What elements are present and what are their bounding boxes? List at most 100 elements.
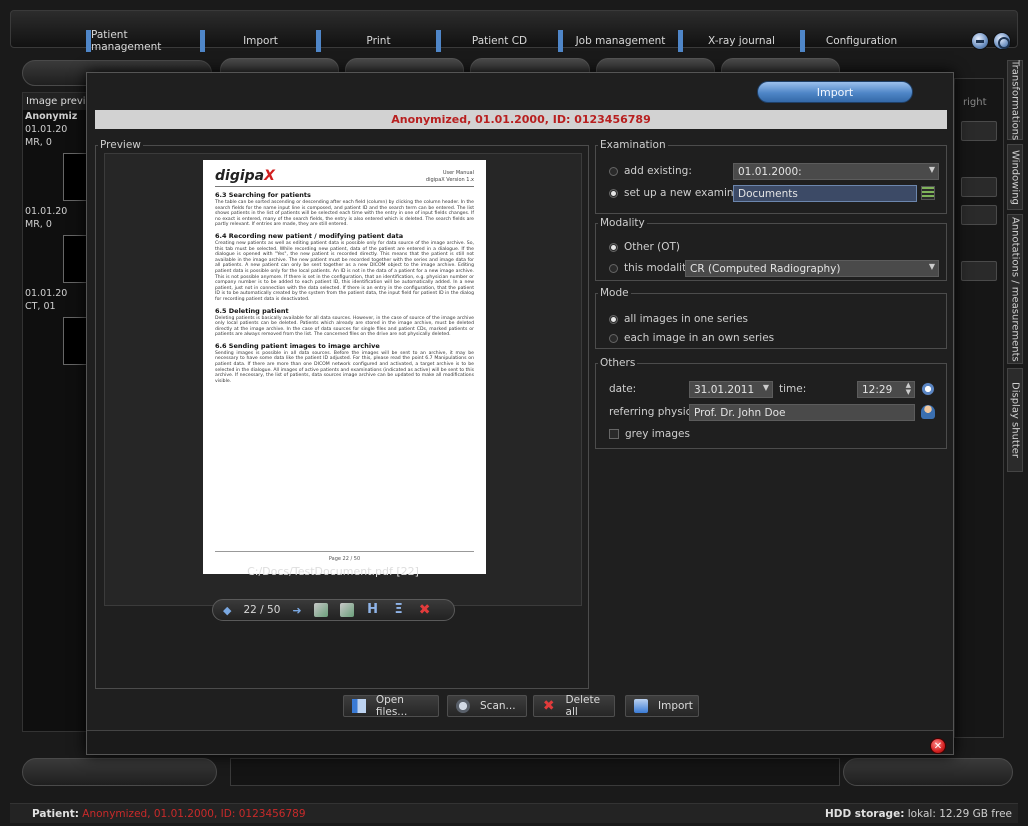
- section-text: Sending images is possible in all data s…: [215, 350, 474, 384]
- bottom-toolbar-right: [843, 758, 1013, 786]
- tool-option-button[interactable]: [961, 261, 997, 281]
- modality-value: CR (Computed Radiography): [690, 262, 841, 275]
- time-label: time:: [779, 383, 807, 395]
- new-examination-input[interactable]: Documents: [733, 185, 917, 202]
- status-storage-value: lokal: 12.29 GB free: [907, 807, 1012, 820]
- physician-lookup-icon[interactable]: [921, 405, 935, 419]
- tree-study[interactable]: 01.01.20: [23, 287, 91, 300]
- tree-series[interactable]: MR, 0: [23, 218, 91, 231]
- tab-display-shutter[interactable]: Display shutter: [1007, 368, 1023, 472]
- menu-job-management[interactable]: Job management: [558, 30, 678, 52]
- mode-legend: Mode: [600, 287, 629, 299]
- modality-other-label: Other (OT): [624, 241, 681, 253]
- scan-label: Scan...: [480, 700, 516, 712]
- mode-own-series-option[interactable]: each image in an own series: [609, 332, 774, 344]
- import-button[interactable]: Import: [625, 695, 699, 717]
- fit-height-icon[interactable]: Ξ: [392, 603, 406, 617]
- grey-images-option[interactable]: grey images: [609, 428, 690, 440]
- menu-x-ray-journal[interactable]: X-ray journal: [678, 30, 800, 52]
- modality-select[interactable]: CR (Computed Radiography) ▼: [685, 260, 939, 277]
- document-page: digipaX User Manual digipaX Version 1.x …: [203, 160, 486, 574]
- top-menu-bar: Patient management Import Print Patient …: [10, 10, 1018, 53]
- tab-windowing[interactable]: Windowing: [1007, 144, 1023, 210]
- tree-series[interactable]: MR, 0: [23, 136, 91, 149]
- import-dialog: Import Anonymized, 01.01.2000, ID: 01234…: [86, 72, 954, 755]
- status-patient-label: Patient:: [32, 807, 79, 820]
- import-icon: [634, 699, 648, 713]
- close-icon[interactable]: ✕: [930, 738, 946, 754]
- preview-area: digipaX User Manual digipaX Version 1.x …: [104, 153, 582, 606]
- tool-option-button[interactable]: [961, 121, 997, 141]
- modality-other-option[interactable]: Other (OT): [609, 241, 680, 253]
- chevron-down-icon: ▼: [762, 383, 769, 392]
- existing-examination-select[interactable]: 01.01.2000: ▼: [733, 163, 939, 180]
- scan-button[interactable]: Scan...: [447, 695, 527, 717]
- date-picker[interactable]: 31.01.2011 ▼: [689, 381, 773, 398]
- window-controls: [971, 32, 1011, 50]
- divider: [215, 186, 474, 187]
- delete-all-label: Delete all: [565, 694, 601, 718]
- modality-legend: Modality: [600, 217, 645, 229]
- status-storage-label: HDD storage:: [824, 807, 905, 820]
- mode-one-series-radio[interactable]: [609, 314, 618, 324]
- open-files-label: Open files...: [375, 694, 408, 718]
- time-value: 12:29: [862, 383, 893, 396]
- menu-import[interactable]: Import: [200, 30, 316, 52]
- fit-width-icon[interactable]: H: [366, 603, 380, 617]
- new-examination-radio[interactable]: [609, 188, 618, 198]
- file-path: C:/Docs/TestDocument.pdf [22]: [247, 565, 419, 578]
- mode-one-series-label: all images in one series: [624, 313, 749, 325]
- folder-icon: [352, 699, 366, 713]
- referring-physician-input[interactable]: Prof. Dr. John Doe: [689, 404, 915, 421]
- page-navigator: ◆ 22 / 50 ➜ H Ξ ✖: [212, 599, 455, 621]
- add-all-pages-icon[interactable]: [339, 603, 354, 617]
- tree-series[interactable]: CT, 01: [23, 300, 91, 313]
- import-tab[interactable]: Import: [757, 81, 913, 103]
- menu-patient-management[interactable]: Patient management: [86, 29, 200, 53]
- delete-all-button[interactable]: ✖ Delete all: [533, 694, 615, 718]
- status-bar: Patient: Anonymized, 01.01.2000, ID: 012…: [10, 803, 1018, 823]
- menu-print[interactable]: Print: [316, 30, 436, 52]
- open-files-button[interactable]: Open files...: [343, 694, 439, 718]
- tree-study[interactable]: 01.01.20: [23, 123, 91, 136]
- status-storage: HDD storage: lokal: 12.29 GB free: [825, 808, 1012, 820]
- minimize-icon[interactable]: [971, 32, 989, 50]
- page-indicator: 22 / 50: [243, 604, 281, 616]
- document-header: User Manual digipaX Version 1.x: [425, 170, 474, 183]
- clock-icon[interactable]: [921, 382, 935, 396]
- document-footer: Page 22 / 50: [215, 551, 474, 562]
- tab-annotations[interactable]: Annotations / measurements: [1007, 214, 1023, 364]
- next-page-icon[interactable]: ➜: [292, 604, 301, 617]
- this-modality-radio[interactable]: [609, 263, 618, 273]
- examination-list-icon[interactable]: [921, 186, 935, 200]
- tree-study[interactable]: 01.01.20: [23, 205, 91, 218]
- preview-legend: Preview: [100, 139, 141, 151]
- power-icon[interactable]: [993, 32, 1011, 50]
- section-title: 6.4 Recording new patient / modifying pa…: [215, 231, 404, 240]
- remove-page-icon[interactable]: ✖: [418, 603, 432, 617]
- chevron-down-icon: ▼: [928, 165, 935, 174]
- menu-patient-cd[interactable]: Patient CD: [436, 30, 558, 52]
- add-page-icon[interactable]: [313, 603, 328, 617]
- tree-patient[interactable]: Anonymiz: [23, 110, 91, 123]
- previous-page-icon[interactable]: ◆: [223, 604, 231, 617]
- delete-icon: ✖: [542, 698, 555, 714]
- modality-other-radio[interactable]: [609, 242, 618, 252]
- tab-transformations[interactable]: Transformations: [1007, 60, 1023, 140]
- time-input[interactable]: 12:29 ▲ ▼: [857, 381, 915, 398]
- grey-images-checkbox[interactable]: [609, 429, 619, 439]
- add-existing-option[interactable]: add existing:: [609, 165, 692, 177]
- mode-own-series-label: each image in an own series: [624, 332, 775, 344]
- add-existing-radio[interactable]: [609, 166, 618, 176]
- tool-option-button[interactable]: [961, 205, 997, 225]
- tool-option-button[interactable]: [961, 177, 997, 197]
- this-modality-option[interactable]: this modality:: [609, 262, 695, 274]
- import-label: Import: [658, 700, 693, 712]
- mode-one-series-option[interactable]: all images in one series: [609, 313, 748, 325]
- mode-own-series-radio[interactable]: [609, 333, 618, 343]
- date-value: 31.01.2011: [694, 383, 755, 396]
- menu-configuration[interactable]: Configuration: [800, 30, 918, 52]
- time-spinner-icon[interactable]: ▲ ▼: [906, 382, 911, 396]
- section-title: 6.6 Sending patient images to image arch…: [215, 341, 380, 350]
- bottom-toolbar-left: [22, 758, 217, 786]
